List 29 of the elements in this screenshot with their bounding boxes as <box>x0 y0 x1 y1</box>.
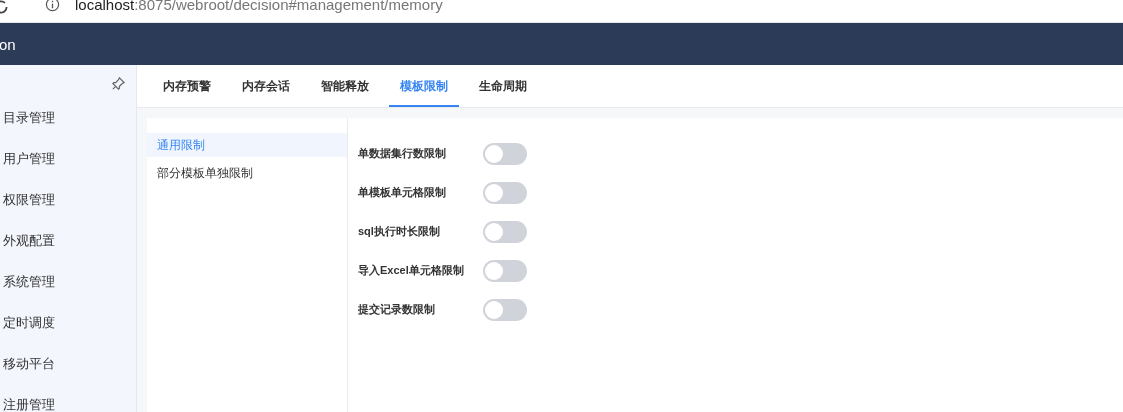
tab[interactable]: 内存预警 <box>152 65 222 107</box>
sidebar-item[interactable]: 权限管理 <box>0 183 136 224</box>
tab[interactable]: 智能释放 <box>310 65 380 107</box>
submenu-item[interactable]: 通用限制 <box>147 133 347 157</box>
sidebar-item[interactable]: 移动平台 <box>0 347 136 388</box>
sidebar-item[interactable]: 外观配置 <box>0 224 136 265</box>
sidebar-item[interactable]: 用户管理 <box>0 142 136 183</box>
setting-label: 单数据集行数限制 <box>358 146 447 161</box>
sidebar-item[interactable]: 系统管理 <box>0 265 136 306</box>
tab[interactable]: 模板限制 <box>389 65 459 107</box>
setting-label: sql执行时长限制 <box>358 224 441 239</box>
submenu-item[interactable]: 部分模板单独限制 <box>147 161 347 185</box>
sidebar-item[interactable]: 定时调度 <box>0 306 136 347</box>
toggle-switch[interactable] <box>483 259 527 282</box>
pin-icon[interactable] <box>111 75 126 91</box>
sidebar-item[interactable]: 目录管理 <box>0 101 136 142</box>
app-title: on <box>0 35 16 53</box>
sidebar-item[interactable]: 注册管理 <box>0 388 136 412</box>
setting-label: 导入Excel单元格限制 <box>358 263 465 278</box>
toggle-switch[interactable] <box>483 181 527 204</box>
toggle-switch[interactable] <box>483 298 527 321</box>
toggle-switch[interactable] <box>483 142 527 165</box>
tab[interactable]: 生命周期 <box>468 65 538 107</box>
tab[interactable]: 内存会话 <box>231 65 301 107</box>
info-icon[interactable] <box>45 0 60 12</box>
toggle-switch[interactable] <box>483 220 527 243</box>
setting-label: 单模板单元格限制 <box>358 185 447 200</box>
setting-label: 提交记录数限制 <box>358 302 436 317</box>
url-text[interactable]: localhost:8075/webroot/decision#management/memory <box>75 0 443 13</box>
